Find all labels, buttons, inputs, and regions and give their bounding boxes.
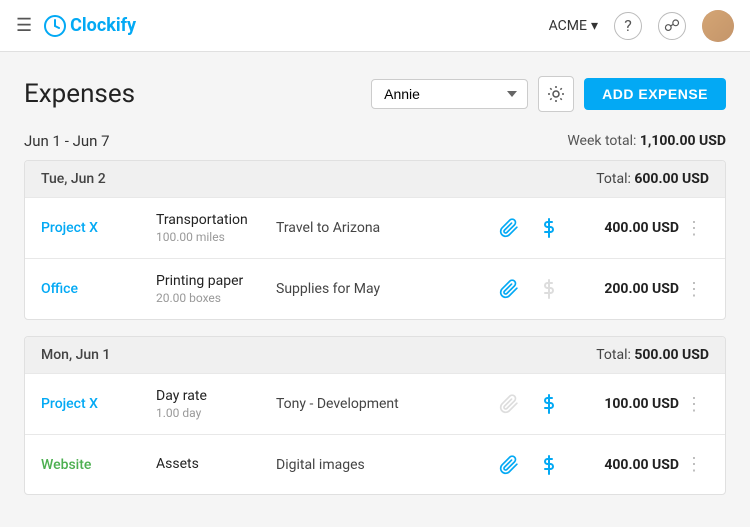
expense-menu[interactable]: ⋮ (679, 454, 709, 475)
header-right: ACME ▾ ? ☍ (549, 10, 734, 42)
group-date: Tue, Jun 2 (41, 171, 106, 187)
more-options-icon[interactable]: ⋮ (685, 454, 703, 475)
expense-project[interactable]: Office (41, 281, 156, 297)
expense-project[interactable]: Project X (41, 220, 156, 236)
category-sub: 20.00 boxes (156, 291, 276, 305)
expense-note: Supplies for May (276, 281, 489, 297)
date-range: Jun 1 - Jun 7 (24, 132, 110, 150)
expense-category: Transportation 100.00 miles (156, 212, 276, 244)
week-total-label: Week total: (567, 133, 636, 149)
expense-row: Website Assets Digital images 400.00 USD… (25, 434, 725, 494)
group-total: Total: 500.00 USD (596, 347, 709, 363)
expense-attachment[interactable] (489, 279, 529, 299)
billable-icon (541, 455, 557, 475)
billable-icon (541, 279, 557, 299)
avatar[interactable] (702, 10, 734, 42)
avatar-image (702, 10, 734, 42)
expense-group-0: Tue, Jun 2 Total: 600.00 USD Project X T… (24, 160, 726, 320)
expense-category: Day rate 1.00 day (156, 388, 276, 420)
category-name: Transportation (156, 212, 276, 228)
expense-project[interactable]: Project X (41, 396, 156, 412)
expense-attachment[interactable] (489, 455, 529, 475)
settings-button[interactable] (538, 76, 574, 112)
help-icon[interactable]: ? (614, 12, 642, 40)
expense-note: Tony - Development (276, 396, 489, 412)
more-options-icon[interactable]: ⋮ (685, 279, 703, 300)
group-date: Mon, Jun 1 (41, 347, 110, 363)
category-sub: 100.00 miles (156, 230, 276, 244)
hamburger-icon[interactable]: ☰ (16, 15, 32, 36)
group-header-1: Mon, Jun 1 Total: 500.00 USD (25, 337, 725, 373)
paperclip-icon (499, 218, 519, 238)
gear-icon (547, 85, 565, 103)
expense-attachment[interactable] (489, 394, 529, 414)
workspace-name: ACME (549, 18, 587, 34)
expense-amount: 400.00 USD (569, 220, 679, 236)
header-left: ☰ Clockify (16, 15, 549, 37)
date-range-row: Jun 1 - Jun 7 Week total: 1,100.00 USD (24, 132, 726, 150)
expense-group-1: Mon, Jun 1 Total: 500.00 USD Project X D… (24, 336, 726, 495)
expense-billable[interactable] (529, 394, 569, 414)
expense-menu[interactable]: ⋮ (679, 218, 709, 239)
week-total: Week total: 1,100.00 USD (567, 133, 726, 149)
add-expense-button[interactable]: ADD EXPENSE (584, 78, 726, 110)
billable-icon (541, 394, 557, 414)
paperclip-icon (499, 279, 519, 299)
expense-row: Office Printing paper 20.00 boxes Suppli… (25, 258, 725, 319)
group-total: Total: 600.00 USD (596, 171, 709, 187)
workspace-chevron: ▾ (591, 18, 598, 34)
expense-project[interactable]: Website (41, 457, 156, 473)
expense-groups: Tue, Jun 2 Total: 600.00 USD Project X T… (24, 160, 726, 495)
workspace-selector[interactable]: ACME ▾ (549, 18, 598, 34)
page-header: Expenses Annie All team members ADD EXPE… (24, 76, 726, 112)
expense-category: Printing paper 20.00 boxes (156, 273, 276, 305)
paperclip-icon-empty (499, 394, 519, 414)
paperclip-icon (499, 455, 519, 475)
expense-row: Project X Transportation 100.00 miles Tr… (25, 197, 725, 258)
billable-icon (541, 218, 557, 238)
expense-menu[interactable]: ⋮ (679, 394, 709, 415)
group-header-0: Tue, Jun 2 Total: 600.00 USD (25, 161, 725, 197)
expense-row: Project X Day rate 1.00 day Tony - Devel… (25, 373, 725, 434)
logo-icon (44, 15, 66, 37)
expense-attachment[interactable] (489, 218, 529, 238)
expense-billable[interactable] (529, 279, 569, 299)
user-filter-select[interactable]: Annie All team members (371, 79, 528, 109)
logo-text: Clockify (70, 15, 136, 36)
notification-icon[interactable]: ☍ (658, 12, 686, 40)
more-options-icon[interactable]: ⋮ (685, 218, 703, 239)
main-content: Expenses Annie All team members ADD EXPE… (0, 52, 750, 527)
expense-amount: 200.00 USD (569, 281, 679, 297)
expense-category: Assets (156, 456, 276, 474)
expense-billable[interactable] (529, 455, 569, 475)
more-options-icon[interactable]: ⋮ (685, 394, 703, 415)
app-header: ☰ Clockify ACME ▾ ? ☍ (0, 0, 750, 52)
group-total-value: 600.00 USD (634, 171, 709, 187)
expense-menu[interactable]: ⋮ (679, 279, 709, 300)
page-title: Expenses (24, 79, 135, 109)
category-name: Day rate (156, 388, 276, 404)
expense-billable[interactable] (529, 218, 569, 238)
logo[interactable]: Clockify (44, 15, 136, 37)
group-total-value: 500.00 USD (634, 347, 709, 363)
week-total-value: 1,100.00 USD (640, 133, 726, 149)
category-name: Printing paper (156, 273, 276, 289)
expense-note: Travel to Arizona (276, 220, 489, 236)
expense-note: Digital images (276, 457, 489, 473)
category-name: Assets (156, 456, 276, 472)
category-sub: 1.00 day (156, 406, 276, 420)
expense-amount: 400.00 USD (569, 457, 679, 473)
expense-amount: 100.00 USD (569, 396, 679, 412)
page-header-actions: Annie All team members ADD EXPENSE (371, 76, 726, 112)
